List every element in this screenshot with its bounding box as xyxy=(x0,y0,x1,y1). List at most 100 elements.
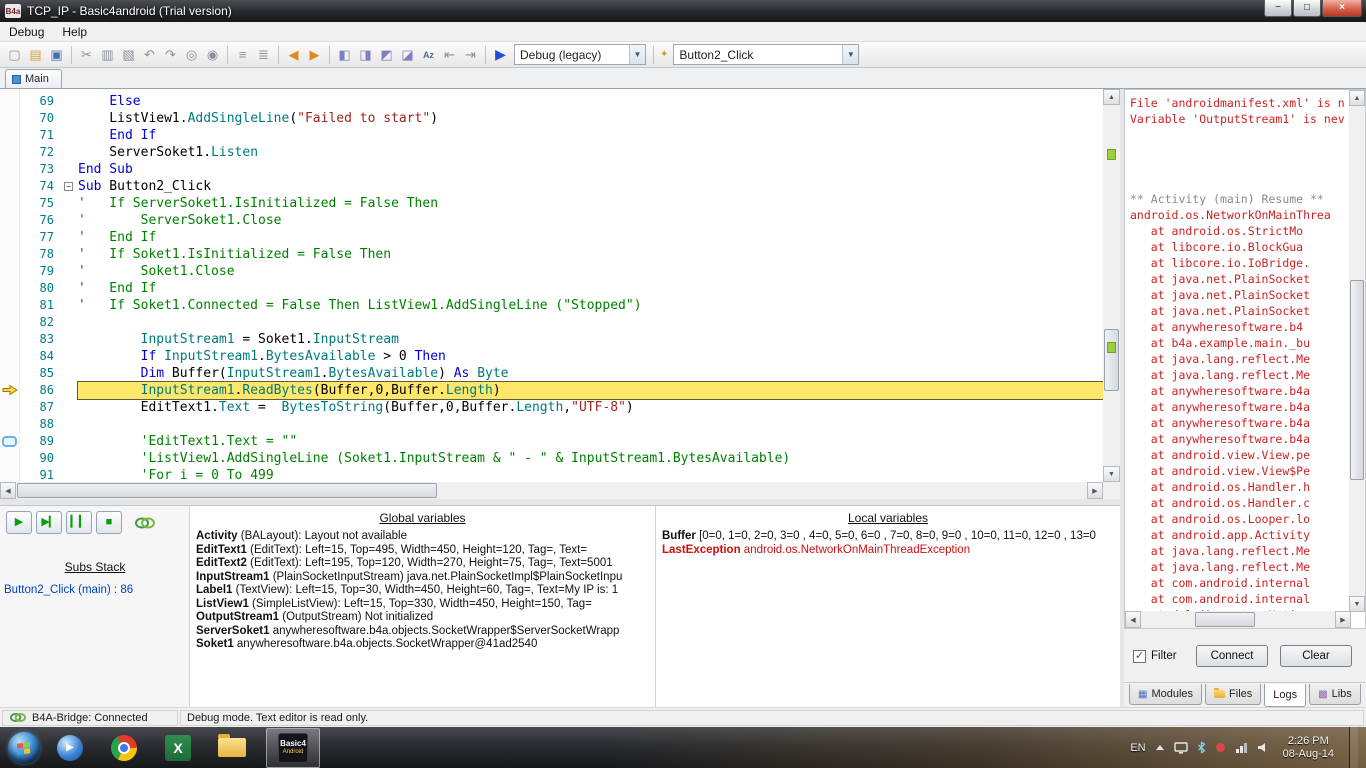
code-line-91[interactable]: 91 'For i = 0 To 499 xyxy=(20,467,1103,482)
line-number[interactable]: 79 xyxy=(20,263,62,280)
sub-selector-combobox[interactable]: Button2_Click ▼ xyxy=(673,44,860,65)
line-number[interactable]: 88 xyxy=(20,416,62,433)
code-line-89[interactable]: 89 'EditText1.Text = "" xyxy=(20,433,1103,450)
paste-icon[interactable]: ▧ xyxy=(118,44,139,65)
code-line-78[interactable]: 78 ' If Soket1.IsInitialized = False Then xyxy=(20,246,1103,263)
editor-horizontal-scrollbar[interactable]: ◀ ▶ xyxy=(0,482,1103,499)
show-hidden-icons[interactable] xyxy=(1155,744,1165,751)
code-line-87[interactable]: 87 EditText1.Text = BytesToString(Buffer… xyxy=(20,399,1103,416)
code-editor[interactable]: 69 Else 70 ListView1.AddSingleLine("Faile… xyxy=(0,89,1120,499)
collapse-icon[interactable]: − xyxy=(64,182,73,191)
notification-icon[interactable] xyxy=(1215,742,1226,753)
debug-mode-combobox[interactable]: Debug (legacy) ▼ xyxy=(514,44,646,65)
navigate-back-icon[interactable]: ◀ xyxy=(283,44,304,65)
language-indicator[interactable]: EN xyxy=(1130,742,1145,754)
minimize-button[interactable]: − xyxy=(1264,0,1292,17)
copy-icon[interactable]: ▥ xyxy=(97,44,118,65)
line-number[interactable]: 83 xyxy=(20,331,62,348)
pause-button[interactable]: ▎▎ xyxy=(66,511,92,534)
log-output[interactable]: File 'androidmanifest.xml' is n Variable … xyxy=(1124,89,1366,629)
tab-logs[interactable]: Logs xyxy=(1264,684,1307,707)
undo-icon[interactable]: ↶ xyxy=(139,44,160,65)
list-members-icon[interactable]: ≡ xyxy=(232,44,253,65)
code-line-72[interactable]: 72 ServerSoket1.Listen xyxy=(20,144,1103,161)
clear-button[interactable]: Clear xyxy=(1280,645,1352,667)
line-number[interactable]: 81 xyxy=(20,297,62,314)
line-number[interactable]: 76 xyxy=(20,212,62,229)
resume-button[interactable]: ▶ xyxy=(6,511,32,534)
subs-stack-item[interactable]: Button2_Click (main) : 86 xyxy=(4,584,186,596)
code-line-74[interactable]: 74− Sub Button2_Click xyxy=(20,178,1103,195)
taskbar-excel[interactable]: X xyxy=(158,728,198,768)
scroll-up-icon[interactable]: ▲ xyxy=(1103,89,1120,105)
variable-row[interactable]: Label1 (TextView): Left=15, Top=30, Widt… xyxy=(196,584,653,598)
line-number[interactable]: 75 xyxy=(20,195,62,212)
variable-row[interactable]: OutputStream1 (OutputStream) Not initial… xyxy=(196,611,653,625)
bookmark-icon[interactable]: ◪ xyxy=(397,44,418,65)
variable-row[interactable]: EditText2 (EditText): Left=195, Top=120,… xyxy=(196,557,653,571)
find-icon[interactable]: ◎ xyxy=(181,44,202,65)
editor-vertical-scrollbar[interactable]: ▲ ▼ xyxy=(1103,89,1120,482)
line-number[interactable]: 72 xyxy=(20,144,62,161)
step-over-button[interactable]: ▶ ▎ xyxy=(36,511,62,534)
code-line-73[interactable]: 73 End Sub xyxy=(20,161,1103,178)
taskbar-media-player[interactable]: ▶ xyxy=(50,728,90,768)
log-vertical-scrollbar[interactable]: ▲ ▼ xyxy=(1349,90,1365,612)
connect-button[interactable]: Connect xyxy=(1196,645,1268,667)
comment-icon[interactable]: ◧ xyxy=(334,44,355,65)
scroll-left-icon[interactable]: ◀ xyxy=(0,482,16,499)
taskbar-explorer[interactable] xyxy=(212,728,252,768)
variable-row[interactable]: Activity (BALayout): Layout not availabl… xyxy=(196,530,653,544)
scroll-down-icon[interactable]: ▼ xyxy=(1349,596,1365,612)
line-number[interactable]: 89 xyxy=(20,433,62,450)
line-number[interactable]: 78 xyxy=(20,246,62,263)
line-number[interactable]: 69 xyxy=(20,93,62,110)
tab-libs[interactable]: ▩ Libs xyxy=(1309,684,1361,705)
code-line-83[interactable]: 83 InputStream1 = Soket1.InputStream xyxy=(20,331,1103,348)
code-lines[interactable]: 69 Else 70 ListView1.AddSingleLine("Faile… xyxy=(20,89,1103,482)
taskbar-basic4android-active[interactable]: Basic4 Android xyxy=(266,727,320,768)
replace-icon[interactable]: ◉ xyxy=(202,44,223,65)
bluetooth-icon[interactable] xyxy=(1197,741,1206,754)
list-modules-icon[interactable]: ≣ xyxy=(253,44,274,65)
menu-help[interactable]: Help xyxy=(53,23,96,41)
code-line-90[interactable]: 90 'ListView1.AddSingleLine (Soket1.Inpu… xyxy=(20,450,1103,467)
start-button[interactable] xyxy=(8,731,40,764)
line-number[interactable]: 74 xyxy=(20,178,62,195)
navigate-forward-icon[interactable]: ▶ xyxy=(304,44,325,65)
maximize-button[interactable]: □ xyxy=(1293,0,1321,17)
variable-row[interactable]: ServerSoket1 anywheresoftware.b4a.object… xyxy=(196,625,653,639)
chevron-down-icon[interactable]: ▼ xyxy=(629,45,645,64)
uncomment-icon[interactable]: ◨ xyxy=(355,44,376,65)
close-button[interactable]: × xyxy=(1322,0,1362,17)
code-line-85[interactable]: 85 Dim Buffer(InputStream1.BytesAvailabl… xyxy=(20,365,1103,382)
variable-row[interactable]: ListView1 (SimpleListView): Left=15, Top… xyxy=(196,598,653,612)
run-icon[interactable]: ▶ xyxy=(490,44,511,65)
line-number[interactable]: 91 xyxy=(20,467,62,482)
volume-icon[interactable] xyxy=(1257,742,1270,753)
display-icon[interactable] xyxy=(1173,741,1188,754)
line-number[interactable]: 71 xyxy=(20,127,62,144)
line-number[interactable]: 87 xyxy=(20,399,62,416)
scroll-down-icon[interactable]: ▼ xyxy=(1103,466,1120,482)
line-number[interactable]: 82 xyxy=(20,314,62,331)
filter-checkbox[interactable]: ✓ xyxy=(1133,649,1146,663)
code-line-77[interactable]: 77 ' End If xyxy=(20,229,1103,246)
line-number[interactable]: 86 xyxy=(20,382,62,399)
line-number[interactable]: 70 xyxy=(20,110,62,127)
taskbar-clock[interactable]: 2:26 PM 08-Aug-14 xyxy=(1283,735,1334,761)
code-line-84[interactable]: 84 If InputStream1.BytesAvailable > 0 Th… xyxy=(20,348,1103,365)
outdent-icon[interactable]: ⇤ xyxy=(439,44,460,65)
line-number[interactable]: 90 xyxy=(20,450,62,467)
tab-main[interactable]: Main xyxy=(5,69,62,88)
line-number[interactable]: 84 xyxy=(20,348,62,365)
scroll-up-icon[interactable]: ▲ xyxy=(1349,90,1365,106)
variable-row[interactable]: InputStream1 (PlainSocketInputStream) ja… xyxy=(196,571,653,585)
save-file-icon[interactable]: ▣ xyxy=(46,44,67,65)
scrollbar-thumb[interactable] xyxy=(1104,329,1119,391)
line-number[interactable]: 73 xyxy=(20,161,62,178)
network-signal-icon[interactable] xyxy=(1235,742,1248,753)
log-horizontal-scrollbar[interactable]: ◀ ▶ xyxy=(1125,611,1351,628)
cut-icon[interactable]: ✂ xyxy=(76,44,97,65)
scrollbar-thumb[interactable] xyxy=(17,483,437,498)
